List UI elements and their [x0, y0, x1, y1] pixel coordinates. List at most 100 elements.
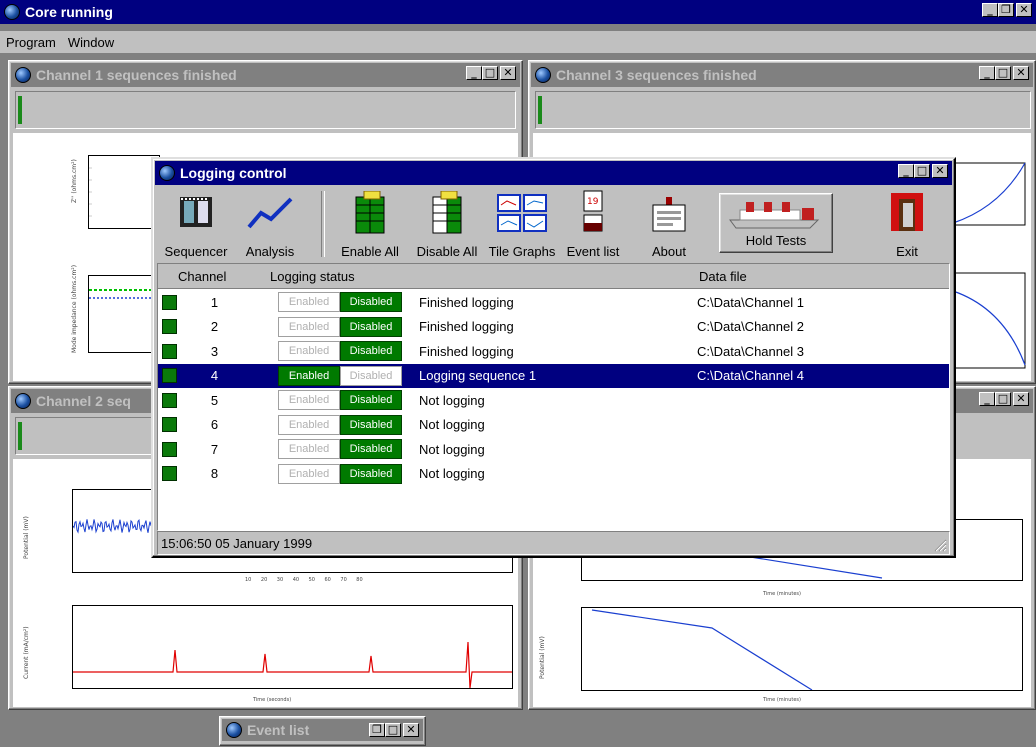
table-row[interactable]: 5 Enabled Disabled Not logging — [158, 388, 949, 412]
enabled-toggle[interactable]: Enabled — [278, 439, 340, 459]
minimize-icon[interactable]: _ — [979, 392, 995, 406]
header-logging-status[interactable]: Logging status — [270, 269, 355, 284]
enabled-toggle[interactable]: Enabled — [278, 463, 340, 484]
disable-all-button[interactable]: Disable All — [409, 189, 485, 259]
channel-number: 2 — [210, 319, 219, 334]
analysis-button[interactable]: Analysis — [235, 189, 305, 259]
disabled-toggle[interactable]: Disabled — [340, 463, 402, 484]
table-row[interactable]: 7 Enabled Disabled Not logging — [158, 437, 949, 461]
table-row[interactable]: 8 Enabled Disabled Not logging — [158, 462, 949, 486]
logging-toggle: Enabled Disabled — [278, 414, 402, 435]
channel-led-indicator — [162, 368, 177, 383]
enabled-toggle[interactable]: Enabled — [278, 390, 340, 410]
hold-tests-button[interactable]: Hold Tests — [719, 193, 833, 253]
channel-number: 5 — [210, 392, 219, 408]
about-label: About — [652, 244, 686, 259]
list-header: Channel Logging status Data file — [158, 264, 949, 289]
enabled-toggle[interactable]: Enabled — [278, 414, 340, 435]
badge-icon — [652, 197, 686, 232]
event-list-button[interactable]: 19 Event list — [559, 189, 627, 259]
tile-graphs-button[interactable]: Tile Graphs — [487, 189, 557, 259]
logging-status-text: Logging sequence 1 — [419, 368, 537, 383]
channel-led-indicator — [162, 392, 177, 408]
close-icon[interactable]: ✕ — [1016, 3, 1032, 17]
channel1-top-axes — [88, 155, 160, 229]
maximize-icon[interactable]: □ — [385, 723, 401, 737]
channel-led-indicator — [162, 441, 177, 457]
enabled-toggle[interactable]: Enabled — [278, 341, 340, 361]
ship-icon — [729, 202, 820, 229]
close-icon[interactable]: ✕ — [1013, 392, 1029, 406]
channel-led-indicator — [162, 294, 177, 310]
channel1-bottom-axes — [88, 275, 160, 353]
maximize-icon[interactable]: □ — [995, 392, 1011, 406]
table-row[interactable]: 4 Enabled Disabled Logging sequence 1 C:\Dat… — [158, 363, 949, 388]
minimize-icon[interactable]: _ — [898, 164, 914, 178]
channel4-ylabel: Potential (mV) — [539, 636, 546, 679]
disabled-toggle[interactable]: Disabled — [340, 341, 402, 361]
header-data-file[interactable]: Data file — [699, 269, 747, 284]
app-titlebar: Core running _ ❐ ✕ — [0, 0, 1036, 24]
channel1-progress — [15, 91, 516, 129]
close-icon[interactable]: ✕ — [500, 66, 516, 80]
analysis-graph-icon — [247, 197, 293, 229]
logging-status-text: Not logging — [419, 417, 485, 432]
table-row[interactable]: 3 Enabled Disabled Finished logging C:\Data\… — [158, 339, 949, 363]
enabled-toggle[interactable]: Enabled — [278, 292, 340, 312]
table-row[interactable]: 1 Enabled Disabled Finished logging C:\Data\… — [158, 290, 949, 314]
maximize-icon[interactable]: □ — [995, 66, 1011, 80]
logging-title: Logging control — [180, 165, 287, 181]
table-row[interactable]: 2 Enabled Disabled Finished logging C:\Data\… — [158, 315, 949, 339]
app-title: Core running — [25, 4, 113, 20]
logging-toggle: Enabled Disabled — [278, 439, 402, 459]
tile-graphs-label: Tile Graphs — [488, 244, 556, 259]
disabled-toggle[interactable]: Disabled — [340, 316, 402, 337]
event-list-title: Event list — [247, 722, 310, 738]
about-button[interactable]: About — [639, 189, 699, 259]
channel2-top-xticks: 10 20 30 40 50 60 70 80 — [245, 577, 363, 583]
menu-program[interactable]: Program — [0, 35, 62, 50]
channel-number: 3 — [210, 343, 219, 359]
menu-window[interactable]: Window — [62, 35, 120, 50]
resize-grip-icon[interactable] — [933, 538, 947, 552]
logging-toggle: Enabled Disabled — [278, 390, 402, 410]
restore-icon[interactable]: ❐ — [369, 723, 385, 737]
film-icon — [180, 197, 212, 227]
channel1-bottom-ylabel: Mode impedance (ohms.cm²) — [71, 264, 78, 353]
channel4-top-xlabel: Time (minutes) — [763, 591, 801, 597]
globe-icon — [159, 165, 175, 181]
maximize-icon[interactable]: □ — [482, 66, 498, 80]
logging-toggle: Enabled Disabled — [278, 292, 402, 312]
logging-toolbar: Sequencer Analysis Enable All Disable Al… — [155, 187, 952, 261]
channel4-bottom-axes — [581, 607, 1023, 691]
close-icon[interactable]: ✕ — [403, 723, 419, 737]
event-list-minimized[interactable]: Event list ❐ □ ✕ — [219, 716, 426, 746]
channel1-title: Channel 1 sequences finished — [36, 67, 237, 83]
event-list-label: Event list — [566, 244, 620, 259]
hold-tests-label: Hold Tests — [745, 233, 807, 248]
sequencer-button[interactable]: Sequencer — [159, 189, 233, 259]
channel3-progress — [535, 91, 1031, 129]
minimize-icon[interactable]: _ — [979, 66, 995, 80]
close-icon[interactable]: ✕ — [932, 164, 948, 178]
minimize-icon[interactable]: _ — [466, 66, 482, 80]
data-file-path: C:\Data\Channel 2 — [697, 319, 804, 334]
disabled-toggle[interactable]: Disabled — [340, 439, 402, 459]
table-row[interactable]: 6 Enabled Disabled Not logging — [158, 413, 949, 437]
enabled-toggle[interactable]: Enabled — [278, 365, 340, 386]
disabled-toggle[interactable]: Disabled — [340, 414, 402, 435]
enable-all-icon — [355, 190, 385, 234]
enable-all-button[interactable]: Enable All — [333, 189, 407, 259]
disabled-toggle[interactable]: Disabled — [340, 292, 402, 312]
exit-button[interactable]: Exit — [875, 189, 939, 259]
header-channel[interactable]: Channel — [178, 269, 226, 284]
minimize-icon[interactable]: _ — [982, 3, 998, 17]
close-icon[interactable]: ✕ — [1013, 66, 1029, 80]
enabled-toggle[interactable]: Enabled — [278, 316, 340, 337]
restore-icon[interactable]: ❐ — [998, 3, 1014, 17]
calendar-icon: 19 — [583, 190, 603, 232]
maximize-icon[interactable]: □ — [914, 164, 930, 178]
toolbar-separator — [321, 191, 325, 257]
disabled-toggle[interactable]: Disabled — [340, 390, 402, 410]
disabled-toggle[interactable]: Disabled — [340, 365, 402, 386]
